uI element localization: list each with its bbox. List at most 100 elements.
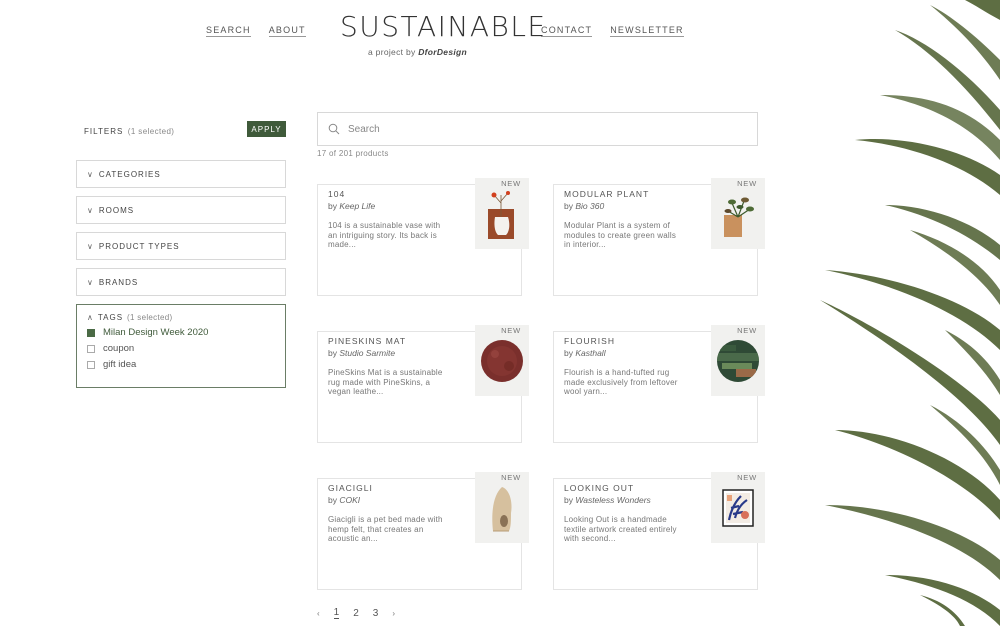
apply-filters-button[interactable]: APPLY [247,121,286,137]
product-title: GIACIGLI [328,483,373,493]
palm-leaves-decoration [820,0,1000,626]
product-description: Giacigli is a pet bed made with hemp fel… [328,515,443,543]
product-card[interactable]: GIACIGLI by COKI Giacigli is a pet bed m… [317,472,529,590]
product-brand-name: Studio Sarmite [339,348,396,358]
tag-option-milan-design-week[interactable]: Milan Design Week 2020 [87,327,275,338]
product-description: Looking Out is a handmade textile artwor… [564,515,677,543]
product-image[interactable] [711,472,765,543]
header-nav-right: CONTACT NEWSLETTER [541,25,684,37]
pagination: ‹ 1 2 3 › [317,607,395,619]
modular-plant-image [724,197,754,237]
chevron-down-icon: ∨ [87,277,93,287]
search-input[interactable] [348,123,728,135]
filter-categories-label: CATEGORIES [98,169,161,179]
product-brand: by Wasteless Wonders [564,495,651,505]
nav-search-link[interactable]: SEARCH [206,25,251,37]
tag-label: coupon [103,343,135,354]
product-card[interactable]: MODULAR PLANT by Bio 360 Modular Plant i… [553,178,765,296]
tag-option-gift-idea[interactable]: gift idea [87,359,275,370]
filters-label: FILTERS [84,127,124,136]
filter-product-types[interactable]: ∨ PRODUCT TYPES [76,232,286,260]
product-brand-name: COKI [339,495,361,505]
product-by-prefix: by [564,495,576,505]
product-brand: by Kasthall [564,348,606,358]
filter-rooms-label: ROOMS [98,205,135,215]
new-badge: NEW [501,326,521,335]
product-card[interactable]: FLOURISH by Kasthall Flourish is a hand-… [553,325,765,443]
product-brand-name: Bio 360 [575,201,605,211]
filter-tags-toggle[interactable]: ∧ TAGS (1 selected) [87,313,275,322]
tag-label: gift idea [103,359,137,370]
product-image[interactable] [711,178,765,249]
product-image[interactable] [475,325,529,396]
product-brand: by Keep Life [328,201,375,211]
filters-selected-count: (1 selected) [127,127,175,136]
product-description: Modular Plant is a system of modules to … [564,221,677,249]
pagination-next[interactable]: › [392,609,395,618]
product-brand: by COKI [328,495,360,505]
pagination-prev[interactable]: ‹ [317,609,320,618]
green-rug-image [717,339,759,382]
chevron-down-icon: ∨ [87,205,93,215]
pet-bed-image [492,486,512,531]
product-image[interactable] [475,472,529,543]
nav-newsletter-link[interactable]: NEWSLETTER [610,25,684,37]
tag-option-coupon[interactable]: coupon [87,343,275,354]
checkbox-checked[interactable] [87,328,95,337]
product-by-prefix: by [564,201,576,211]
logo-tagline: a project by DforDesign [340,47,495,57]
product-brand-name: Keep Life [339,201,376,211]
product-card[interactable]: 104 by Keep Life 104 is a sustainable va… [317,178,529,296]
new-badge: NEW [737,473,757,482]
logo-wordmark: SUSTAINABLE [340,10,547,43]
product-image[interactable] [711,325,765,396]
filter-tags-panel: ∧ TAGS (1 selected) Milan Design Week 20… [76,304,286,388]
product-by-prefix: by [328,495,340,505]
product-brand-name: Wasteless Wonders [575,495,651,505]
product-title: 104 [328,189,346,199]
checkbox[interactable] [87,344,95,353]
product-description: PineSkins Mat is a sustainable rug made … [328,368,443,396]
product-by-prefix: by [564,348,576,358]
tag-label: Milan Design Week 2020 [103,327,209,338]
new-badge: NEW [501,473,521,482]
filter-rooms[interactable]: ∨ ROOMS [76,196,286,224]
chevron-down-icon: ∨ [87,169,93,179]
product-title: FLOURISH [564,336,615,346]
product-brand-name: Kasthall [575,348,606,358]
pagination-page-1[interactable]: 1 [333,607,340,619]
search-icon [328,123,340,135]
nav-about-link[interactable]: ABOUT [268,25,306,37]
new-badge: NEW [501,179,521,188]
filter-brands[interactable]: ∨ BRANDS [76,268,286,296]
pagination-page-2[interactable]: 2 [353,608,359,619]
filter-tags-count: (1 selected) [127,313,173,322]
search-bar [317,112,758,146]
site-logo[interactable]: SUSTAINABLE a project by DforDesign [340,10,547,57]
product-brand: by Studio Sarmite [328,348,395,358]
product-card[interactable]: LOOKING OUT by Wasteless Wonders Looking… [553,472,765,590]
red-rug-image [481,339,523,382]
filter-tags-title: TAGS [97,313,124,322]
product-by-prefix: by [328,348,340,358]
product-image[interactable] [475,178,529,249]
filter-product-types-label: PRODUCT TYPES [98,241,180,251]
product-brand: by Bio 360 [564,201,604,211]
product-title: LOOKING OUT [564,483,635,493]
artwork-image [722,488,754,527]
product-title: MODULAR PLANT [564,189,650,199]
filters-header: FILTERS (1 selected) APPLY [84,121,286,137]
nav-contact-link[interactable]: CONTACT [541,25,593,37]
pagination-page-3[interactable]: 3 [373,608,379,619]
result-count: 17 of 201 products [317,149,389,158]
filter-brands-label: BRANDS [98,277,139,287]
product-card[interactable]: PINESKINS MAT by Studio Sarmite PineSkin… [317,325,529,443]
vase-image [488,190,514,239]
chevron-up-icon: ∧ [87,313,93,322]
checkbox[interactable] [87,360,95,369]
header-nav-left: SEARCH ABOUT [206,25,306,37]
product-description: 104 is a sustainable vase with an intrig… [328,221,441,249]
chevron-down-icon: ∨ [87,241,93,251]
product-by-prefix: by [328,201,340,211]
filter-categories[interactable]: ∨ CATEGORIES [76,160,286,188]
